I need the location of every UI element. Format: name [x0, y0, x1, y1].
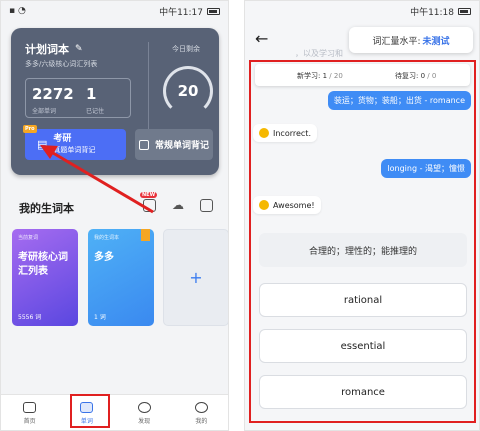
- plan-subtitle: 多多/六级核心词汇列表: [25, 60, 98, 68]
- pro-badge: Pro: [23, 125, 37, 133]
- vocab-level-badge[interactable]: 词汇量水平: 未测试: [349, 27, 473, 53]
- tab-home[interactable]: 首页: [1, 395, 58, 430]
- total-words-label: 全部单词: [32, 108, 57, 115]
- plan-title-row: 计划词本 ✎: [25, 41, 83, 57]
- practice-header: ← ，以及学习和 词汇量水平: 未测试: [245, 21, 479, 61]
- bottom-tab-bar: 首页 单词 发现 我的: [1, 394, 228, 430]
- vocab-card-kaoyan[interactable]: 当前复词 考研核心词汇列表 5556 词: [12, 229, 78, 326]
- edit-icon[interactable]: ✎: [75, 44, 83, 54]
- status-left: ▪ ◔: [9, 6, 26, 16]
- level-label: 词汇量水平:: [372, 36, 421, 47]
- add-vocab-card[interactable]: +: [163, 229, 228, 326]
- tab-discover[interactable]: 发现: [116, 395, 173, 430]
- plan-title: 计划词本: [25, 43, 69, 56]
- plan-card[interactable]: 计划词本 ✎ 多多/六级核心词汇列表 2272 1 全部单词 已记住 今日剩余 2…: [11, 28, 219, 175]
- regular-review-button[interactable]: 常规单词背记: [135, 129, 213, 160]
- tab-me[interactable]: 我的: [173, 395, 228, 430]
- background-text: ，以及学习和: [295, 49, 343, 58]
- tab-label: 我的: [195, 418, 208, 425]
- right-phone-screen: 中午11:18 ← ，以及学习和 词汇量水平: 未测试 新学习: 1 / 20 待…: [244, 0, 480, 431]
- new-badge: NEW: [140, 191, 158, 198]
- home-icon: [23, 402, 37, 413]
- today-remaining-ring: 20: [163, 66, 213, 116]
- vocab-card-duoduo[interactable]: 我的生词本 多多 1 词: [88, 229, 154, 326]
- left-phone-screen: ▪ ◔ 中午11:17 计划词本 ✎ 多多/六级核心词汇列表 2272 1 全部单…: [0, 0, 229, 431]
- import-icon[interactable]: NEW: [140, 191, 158, 212]
- memorized-label: 已记住: [86, 108, 105, 115]
- today-remaining-label: 今日剩余: [172, 45, 200, 53]
- status-bar: 中午11:18: [245, 1, 479, 21]
- card-tag: 当前复词: [18, 235, 39, 241]
- screenshot-root: ▪ ◔ 中午11:17 计划词本 ✎ 多多/六级核心词汇列表 2272 1 全部单…: [0, 0, 480, 431]
- profile-icon: [194, 402, 208, 413]
- battery-icon: [207, 7, 220, 15]
- card-name: 多多: [94, 252, 114, 263]
- card-count: 5556 词: [18, 314, 42, 321]
- card-tag: 我的生词本: [94, 235, 120, 241]
- cloud-icon[interactable]: ☁: [172, 198, 184, 212]
- level-value: 未测试: [422, 36, 450, 47]
- flashcard-icon: [138, 139, 149, 150]
- kaoyan-title: 考研: [53, 134, 72, 144]
- memorized-count: 1: [86, 85, 97, 103]
- regular-review-label: 常规单词背记: [154, 141, 209, 151]
- card-count: 1 词: [94, 314, 106, 321]
- tab-label: 首页: [23, 418, 36, 425]
- vocab-section-title: 我的生词本: [19, 202, 74, 215]
- card-name: 考研核心词汇列表: [18, 252, 68, 277]
- kaoyan-subtitle: 真题单词背记: [53, 146, 96, 154]
- total-words-count: 2272: [32, 85, 74, 103]
- time-label: 中午11:18: [410, 7, 454, 18]
- tab-label: 发现: [138, 418, 151, 425]
- status-bar: ▪ ◔ 中午11:17: [1, 1, 228, 21]
- divider: [148, 42, 149, 138]
- battery-icon: [458, 7, 471, 15]
- time-label: 中午11:17: [159, 7, 203, 18]
- kaoyan-button[interactable]: Pro ▤ 考研真题单词背记: [23, 125, 126, 160]
- tab-highlight-box: [70, 394, 110, 428]
- planet-icon: [137, 402, 151, 413]
- book-icon: ▤: [37, 138, 48, 151]
- highlight-box: [249, 60, 476, 423]
- plus-icon: +: [189, 268, 203, 287]
- vocab-toolbar: NEW ☁: [140, 191, 213, 212]
- edit-list-icon[interactable]: [200, 198, 213, 212]
- today-remaining-count: 20: [177, 82, 199, 100]
- plan-stats-box: 2272 1 全部单词 已记住: [25, 78, 131, 118]
- back-arrow-icon[interactable]: ←: [255, 29, 275, 49]
